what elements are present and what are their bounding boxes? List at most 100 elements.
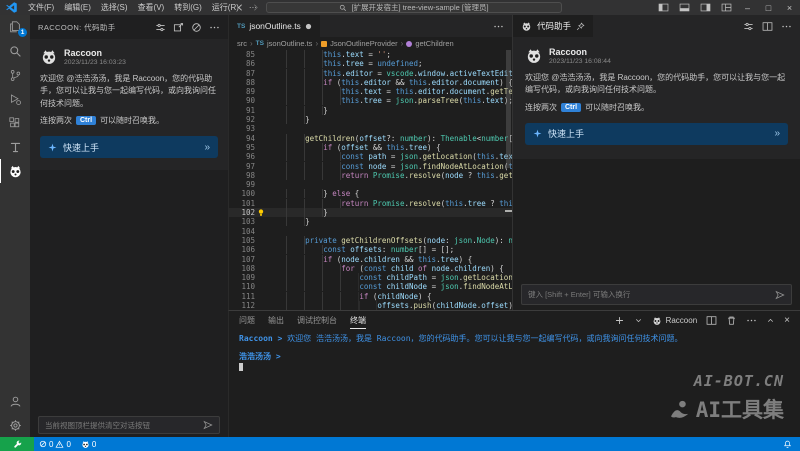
- code-line[interactable]: 108 for (const child of node.children) {: [229, 264, 512, 273]
- menu-view[interactable]: 查看(V): [133, 0, 170, 15]
- activity-search[interactable]: [0, 39, 30, 63]
- more-actions-icon[interactable]: [493, 21, 504, 32]
- code-line[interactable]: 97 const node = json.findNodeAtLocation(…: [229, 162, 512, 171]
- activity-source-control[interactable]: [0, 63, 30, 87]
- code-line[interactable]: 106 const offsets: number[] = [];: [229, 245, 512, 254]
- pin-icon[interactable]: [576, 22, 585, 31]
- activity-account[interactable]: [0, 389, 30, 413]
- menu-edit[interactable]: 编辑(E): [59, 0, 96, 15]
- assistant-chat-input[interactable]: [528, 290, 771, 299]
- menu-file[interactable]: 文件(F): [23, 0, 59, 15]
- activity-explorer[interactable]: 1: [0, 15, 30, 39]
- problems-status[interactable]: 0 0: [34, 440, 76, 449]
- breadcrumb-class[interactable]: JsonOutlineProvider: [330, 39, 398, 48]
- code-line[interactable]: 88 if (this.editor && this.editor.docume…: [229, 78, 512, 87]
- breadcrumb-file[interactable]: jsonOutline.ts: [267, 39, 312, 48]
- close-panel-icon[interactable]: ×: [784, 315, 790, 326]
- activity-raccoon-assistant[interactable]: [0, 159, 30, 183]
- code-line[interactable]: 86 this.tree = undefined;: [229, 59, 512, 68]
- toggle-sidebar-icon[interactable]: [653, 0, 674, 15]
- settings-sliders-icon[interactable]: [155, 22, 166, 33]
- clear-session-icon[interactable]: [191, 22, 202, 33]
- panel-tab-debug-console[interactable]: 调试控制台: [297, 313, 337, 328]
- send-icon[interactable]: [775, 290, 785, 300]
- split-terminal-icon[interactable]: [706, 315, 717, 326]
- activity-testing[interactable]: [0, 135, 30, 159]
- breadcrumb-src[interactable]: src: [237, 39, 247, 48]
- more-actions-icon[interactable]: [209, 22, 220, 33]
- code-line[interactable]: 94 getChildren(offset?: number): Thenabl…: [229, 134, 512, 143]
- raccoon-status[interactable]: 0: [76, 440, 101, 449]
- split-editor-icon[interactable]: [762, 21, 773, 32]
- terminal[interactable]: Raccoon > 欢迎您 浩浩汤汤，我是 Raccoon，您的代码助手。您可以…: [229, 330, 800, 436]
- code-line[interactable]: 92 }: [229, 115, 512, 124]
- forward-icon[interactable]: [251, 3, 260, 12]
- code-line[interactable]: 99: [229, 180, 512, 189]
- assistant-chat-inputbox[interactable]: [521, 284, 792, 305]
- close-button[interactable]: ×: [779, 0, 800, 15]
- toggle-secondary-sidebar-icon[interactable]: [695, 0, 716, 15]
- breadcrumb-method[interactable]: getChildren: [415, 39, 453, 48]
- tab-jsonoutline[interactable]: TS jsonOutline.ts: [229, 15, 321, 37]
- activity-run-debug[interactable]: [0, 87, 30, 111]
- activity-extensions[interactable]: [0, 111, 30, 135]
- new-session-icon[interactable]: [173, 22, 184, 33]
- code-line[interactable]: 95 if (offset && this.tree) {: [229, 143, 512, 152]
- code-line[interactable]: 110 const childNode = json.findNodeAtLoc…: [229, 282, 512, 291]
- code-line[interactable]: 104: [229, 227, 512, 236]
- panel-tab-output[interactable]: 输出: [268, 313, 284, 328]
- code-line[interactable]: 96 const path = json.getLocation(this.te…: [229, 152, 512, 161]
- code-line[interactable]: 105 private getChildrenOffsets(node: jso…: [229, 236, 512, 245]
- code-line[interactable]: 102 }: [229, 208, 512, 217]
- code-line[interactable]: 90 this.tree = json.parseTree(this.text)…: [229, 96, 512, 105]
- code-line[interactable]: 103 }: [229, 217, 512, 226]
- sidebar-title: RACCOON: 代码助手: [38, 22, 116, 33]
- code-line[interactable]: 112 offsets.push(childNode.offset);: [229, 301, 512, 310]
- activity-settings[interactable]: [0, 413, 30, 437]
- code-line[interactable]: 101 return Promise.resolve(this.tree ? t…: [229, 199, 512, 208]
- panel-more-actions-icon[interactable]: [746, 315, 757, 326]
- send-icon[interactable]: [203, 420, 213, 430]
- new-terminal-icon[interactable]: [614, 315, 625, 326]
- panel-tab-problems[interactable]: 问题: [239, 313, 255, 328]
- toggle-panel-icon[interactable]: [674, 0, 695, 15]
- kill-terminal-icon[interactable]: [726, 315, 737, 326]
- code-line[interactable]: 100 } else {: [229, 189, 512, 198]
- more-actions-icon[interactable]: [781, 21, 792, 32]
- code-line[interactable]: 107 if (node.children && this.tree) {: [229, 255, 512, 264]
- customize-layout-icon[interactable]: [716, 0, 737, 15]
- sidebar-chat-inputbox[interactable]: [38, 416, 220, 434]
- window-title: [扩展开发宿主] tree-view-sample [管理员]: [351, 2, 488, 13]
- settings-sliders-icon[interactable]: [743, 21, 754, 32]
- menu-goto[interactable]: 转到(G): [169, 0, 207, 15]
- minimize-button[interactable]: –: [737, 0, 758, 15]
- bell-icon[interactable]: [783, 440, 792, 449]
- code-editor[interactable]: 85 this.text = '';86 this.tree = undefin…: [229, 50, 512, 310]
- tab-assistant[interactable]: 代码助手: [513, 15, 594, 37]
- editor-scrollbar[interactable]: [506, 50, 511, 168]
- lightbulb-icon[interactable]: [258, 209, 264, 217]
- code-line[interactable]: 98 return Promise.resolve(node ? this.ge…: [229, 171, 512, 180]
- code-line[interactable]: 91 }: [229, 106, 512, 115]
- menu-selection[interactable]: 选择(S): [96, 0, 133, 15]
- code-line[interactable]: 93: [229, 124, 512, 133]
- maximize-panel-icon[interactable]: [766, 316, 775, 325]
- terminal-profiles-chevron-icon[interactable]: [634, 316, 643, 325]
- maximize-button[interactable]: □: [758, 0, 779, 15]
- code-line[interactable]: 85 this.text = '';: [229, 50, 512, 59]
- quick-start-icon: [533, 129, 542, 138]
- back-icon[interactable]: [236, 3, 245, 12]
- sidebar-chat-input[interactable]: [45, 421, 199, 430]
- terminal-name: Raccoon: [666, 316, 698, 325]
- code-line[interactable]: 111 if (childNode) {: [229, 292, 512, 301]
- command-center[interactable]: [扩展开发宿主] tree-view-sample [管理员]: [266, 2, 562, 13]
- wrench-icon: [13, 440, 22, 449]
- remote-indicator[interactable]: [0, 437, 34, 451]
- terminal-instance[interactable]: Raccoon: [652, 316, 698, 326]
- code-line[interactable]: 109 const childPath = json.getLocation(t…: [229, 273, 512, 282]
- code-line[interactable]: 89 this.text = this.editor.document.getT…: [229, 87, 512, 96]
- quick-start-button[interactable]: 快速上手 »: [525, 123, 788, 145]
- quick-start-button[interactable]: 快速上手 »: [40, 136, 218, 158]
- code-line[interactable]: 87 this.editor = vscode.window.activeTex…: [229, 69, 512, 78]
- panel-tab-terminal[interactable]: 终端: [350, 313, 366, 329]
